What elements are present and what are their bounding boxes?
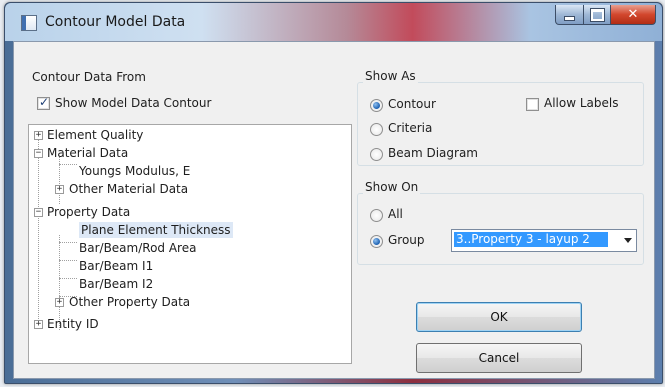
show-model-data-contour-checkbox[interactable]: ✓ (37, 95, 50, 110)
allow-labels-checkbox[interactable] (526, 98, 539, 111)
dropdown-arrow-icon[interactable] (624, 238, 632, 243)
expand-icon[interactable]: + (34, 320, 43, 329)
group-radio-label[interactable]: Group (388, 233, 425, 247)
close-icon: ✕ (627, 7, 639, 22)
cancel-button[interactable]: Cancel (416, 343, 582, 373)
group-select[interactable]: 3..Property 3 - layup 2 (451, 229, 637, 252)
tree-branch (59, 260, 77, 261)
contour-radio[interactable] (370, 99, 383, 112)
tree-item-property-data[interactable]: Property Data (47, 204, 130, 220)
tree-item-bar-beam-i1[interactable]: Bar/Beam I1 (79, 258, 153, 274)
all-radio-label[interactable]: All (388, 207, 403, 221)
caption-buttons: ✕ (555, 5, 656, 25)
collapse-icon[interactable]: − (34, 149, 43, 158)
tree-branch (59, 278, 77, 279)
contour-model-data-dialog: Contour Model Data ✕ Contour Data From ✓… (4, 2, 663, 384)
group-select-value: 3..Property 3 - layup 2 (454, 232, 608, 247)
close-button[interactable]: ✕ (611, 5, 656, 25)
checkmark-icon: ✓ (39, 95, 50, 109)
show-as-label: Show As (363, 69, 418, 83)
tree-item-other-material-data[interactable]: Other Material Data (69, 181, 188, 197)
criteria-radio-label[interactable]: Criteria (388, 121, 432, 135)
tree-item-entity-id[interactable]: Entity ID (47, 316, 99, 332)
contour-data-tree[interactable]: + Element Quality − Material Data Youngs… (28, 124, 352, 364)
beam-diagram-radio-label[interactable]: Beam Diagram (388, 146, 478, 160)
group-radio[interactable] (370, 235, 383, 248)
tree-item-youngs-modulus[interactable]: Youngs Modulus, E (79, 163, 190, 179)
maximize-button[interactable] (584, 5, 611, 25)
contour-data-from-label: Contour Data From (32, 70, 146, 84)
beam-diagram-radio[interactable] (370, 148, 383, 161)
tree-branch (59, 242, 77, 243)
dialog-client-area: Contour Data From ✓ Show Model Data Cont… (13, 41, 655, 379)
tree-item-bar-beam-rod-area[interactable]: Bar/Beam/Rod Area (79, 240, 196, 256)
tree-item-material-data[interactable]: Material Data (47, 145, 128, 161)
criteria-radio[interactable] (370, 123, 383, 136)
window-title: Contour Model Data (45, 14, 186, 30)
show-on-label: Show On (363, 180, 421, 194)
expand-icon[interactable]: + (55, 185, 64, 194)
maximize-icon (590, 8, 604, 21)
allow-labels-label[interactable]: Allow Labels (544, 96, 618, 110)
minimize-icon (564, 16, 575, 21)
tree-item-plane-element-thickness[interactable]: Plane Element Thickness (79, 222, 233, 238)
show-model-data-contour-label[interactable]: Show Model Data Contour (55, 96, 211, 110)
ok-button[interactable]: OK (416, 302, 582, 332)
minimize-button[interactable] (555, 5, 584, 25)
app-window-icon (21, 15, 37, 31)
collapse-icon[interactable]: − (34, 208, 43, 217)
expand-icon[interactable]: + (55, 298, 64, 307)
tree-item-element-quality[interactable]: Element Quality (47, 127, 143, 143)
tree-item-other-property-data[interactable]: Other Property Data (69, 294, 190, 310)
tree-item-bar-beam-i2[interactable]: Bar/Beam I2 (79, 276, 153, 292)
expand-icon[interactable]: + (34, 131, 43, 140)
contour-radio-label[interactable]: Contour (388, 97, 436, 111)
all-radio[interactable] (370, 209, 383, 222)
tree-root-connector (38, 139, 39, 329)
title-bar[interactable]: Contour Model Data ✕ (5, 3, 662, 41)
tree-branch (59, 164, 77, 165)
